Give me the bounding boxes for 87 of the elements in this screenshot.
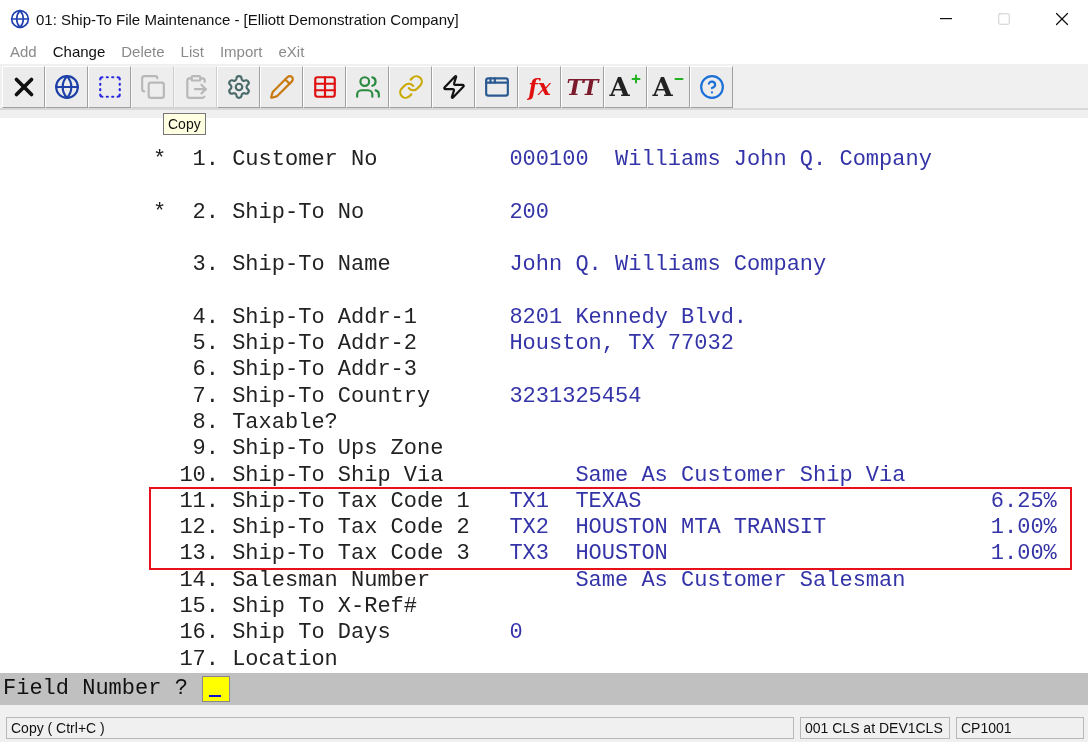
field-label: Ship-To Tax Code 2 bbox=[232, 515, 471, 542]
menu-item[interactable]: Change bbox=[52, 42, 106, 60]
field-label: Ship-To Name bbox=[232, 252, 392, 279]
table-icon bbox=[311, 74, 338, 100]
field-value: 0 bbox=[509, 620, 523, 647]
window-title: 01: Ship-To File Maintenance - [Elliott Demonstration Company] bbox=[36, 10, 460, 28]
field-label: Customer No bbox=[232, 147, 379, 174]
toolbar-button[interactable] bbox=[45, 66, 88, 108]
toolbar-button[interactable]: A bbox=[604, 66, 647, 108]
field-label: Ship-To Tax Code 3 bbox=[232, 541, 471, 568]
help-icon bbox=[698, 74, 725, 100]
field-number: 17. bbox=[179, 646, 219, 673]
text-cursor bbox=[208, 694, 221, 697]
field-label: Location bbox=[232, 646, 339, 673]
field-value: TX3 bbox=[509, 541, 550, 568]
field-description: HOUSTON bbox=[575, 541, 669, 568]
tooltip: Copy bbox=[163, 113, 206, 135]
field-value: TX2 bbox=[509, 515, 550, 542]
lightning-icon bbox=[440, 74, 467, 100]
toolbar-button[interactable]: A bbox=[647, 66, 690, 108]
field-description: TEXAS bbox=[575, 488, 643, 516]
toolbar-button[interactable] bbox=[475, 66, 518, 108]
toolbar-button[interactable] bbox=[88, 66, 131, 108]
field-number: 16. bbox=[179, 620, 219, 647]
status-panel: 001 CLS at DEV1CLS bbox=[800, 716, 950, 739]
plus-icon bbox=[629, 73, 642, 85]
toolbar-button[interactable]: fx bbox=[518, 66, 561, 108]
maximize-icon bbox=[997, 12, 1011, 26]
field-label: Taxable? bbox=[232, 409, 339, 437]
field-value: 8201 Kennedy Blvd. bbox=[509, 304, 748, 332]
field-number: 11. bbox=[179, 488, 219, 516]
copy-icon bbox=[139, 74, 166, 100]
field-number: 8. bbox=[191, 409, 219, 437]
prompt-label: Field Number ? bbox=[3, 676, 188, 702]
required-mark: * bbox=[153, 147, 167, 172]
status-panel: Copy ( Ctrl+C ) bbox=[6, 716, 794, 739]
field-number: 12. bbox=[179, 515, 219, 542]
field-label: Ship-To Country bbox=[232, 383, 432, 410]
toolbar-button[interactable] bbox=[432, 66, 475, 108]
tax-rate: 6.25% bbox=[990, 488, 1057, 516]
field-label: Ship-To Tax Code 1 bbox=[232, 488, 471, 516]
field-value: Houston, TX 77032 bbox=[509, 331, 734, 358]
field-number: 14. bbox=[179, 567, 219, 595]
field-number: 1. bbox=[191, 147, 219, 174]
tax-rate: 1.00% bbox=[990, 515, 1057, 542]
required-mark: * bbox=[153, 199, 167, 225]
tax-rate: 1.00% bbox=[990, 541, 1057, 568]
field-number: 3. bbox=[191, 252, 219, 279]
toolbar-button[interactable]: TT bbox=[561, 66, 604, 108]
field-number: 10. bbox=[179, 462, 219, 489]
app-globe-icon bbox=[10, 9, 30, 29]
field-label: Ship-To No bbox=[232, 199, 366, 226]
field-value: TX1 bbox=[509, 488, 550, 516]
field-description: HOUSTON MTA TRANSIT bbox=[575, 515, 828, 542]
field-label: Ship-To Addr-2 bbox=[232, 331, 418, 358]
field-value: John Q. Williams Company bbox=[509, 252, 827, 279]
field-label: Ship-To Addr-1 bbox=[232, 304, 418, 332]
field-number: 5. bbox=[191, 331, 219, 358]
field-description: Williams John Q. Company bbox=[615, 147, 933, 174]
chain-icon bbox=[397, 74, 424, 100]
field-value: 000100 bbox=[509, 147, 590, 174]
field-label: Salesman Number bbox=[232, 567, 432, 595]
field-number: 4. bbox=[191, 304, 219, 332]
field-label: Ship To Days bbox=[232, 620, 392, 647]
field-number: 13. bbox=[179, 541, 219, 568]
field-label: Ship To X-Ref# bbox=[232, 594, 418, 621]
dashed-square-icon bbox=[96, 74, 123, 100]
field-label: Ship-To Addr-3 bbox=[232, 357, 418, 384]
field-label: Ship-To Ship Via bbox=[232, 462, 445, 489]
field-number: 6. bbox=[191, 357, 219, 384]
settings-icon bbox=[225, 74, 252, 100]
field-number: 9. bbox=[191, 436, 219, 463]
field-number: 2. bbox=[191, 199, 219, 226]
pencil-icon bbox=[268, 74, 295, 100]
field-number: 15. bbox=[179, 594, 219, 621]
users-icon bbox=[354, 74, 381, 100]
field-label: Ship-To Ups Zone bbox=[232, 436, 445, 463]
minimize-icon bbox=[940, 18, 952, 20]
field-value: 3231325454 bbox=[509, 383, 642, 410]
status-panel: CP1001 bbox=[956, 716, 1084, 739]
input-field[interactable] bbox=[201, 675, 230, 702]
field-note: Same As Customer Salesman bbox=[575, 567, 906, 595]
field-note: Same As Customer Ship Via bbox=[575, 462, 906, 489]
field-number: 7. bbox=[191, 383, 219, 410]
field-value: 200 bbox=[509, 199, 549, 226]
toolbar-button[interactable] bbox=[2, 66, 45, 108]
globe-icon bbox=[53, 74, 80, 100]
